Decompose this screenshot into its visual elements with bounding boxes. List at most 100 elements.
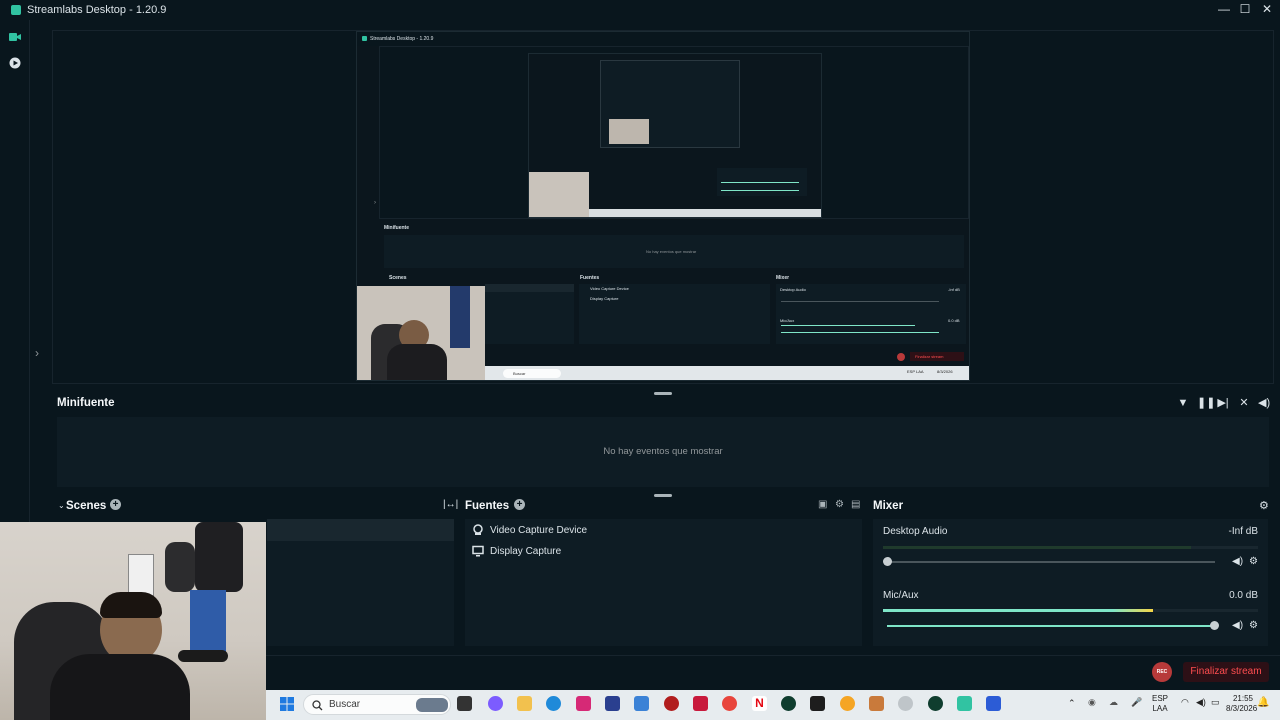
add-source-icon[interactable]: + bbox=[514, 499, 525, 510]
nested-mic: Mic/Aux bbox=[780, 318, 795, 323]
nested-title-bar: Streamlabs Desktop - 1.20.9 bbox=[357, 32, 969, 46]
scene-transitions-icon[interactable]: |↔| bbox=[443, 499, 458, 510]
nested-taskbar-small bbox=[589, 209, 821, 217]
speaker-icon[interactable]: ◀) bbox=[1232, 556, 1243, 567]
mic-aux-meter bbox=[883, 609, 1258, 612]
search-highlight-icon bbox=[416, 698, 448, 712]
mic-aux-slider[interactable] bbox=[887, 625, 1215, 627]
source-settings-icon[interactable]: ⚙ bbox=[835, 499, 844, 510]
chevron-right-icon[interactable]: › bbox=[35, 346, 39, 360]
nested-minifuente-header: Minifuente bbox=[384, 223, 969, 233]
store-icon[interactable] bbox=[634, 696, 649, 711]
tray-language[interactable]: ESP LAA bbox=[1152, 694, 1168, 714]
nested-editor bbox=[379, 46, 969, 219]
upwork-alt-icon[interactable] bbox=[928, 696, 943, 711]
desktop-audio-label: Desktop Audio bbox=[883, 526, 948, 537]
chrome-icon[interactable] bbox=[722, 696, 737, 711]
minimize-button[interactable]: — bbox=[1213, 0, 1235, 20]
security-icon[interactable] bbox=[605, 696, 620, 711]
volume-tray-icon[interactable]: ◀) bbox=[1196, 697, 1206, 708]
nested-finalizar: Finalizar stream bbox=[910, 352, 964, 361]
end-stream-button[interactable]: Finalizar stream bbox=[1183, 662, 1269, 682]
mixer-settings-icon[interactable]: ⚙ bbox=[1259, 499, 1269, 512]
taskbar-search[interactable]: Buscar bbox=[303, 694, 451, 715]
scene-item-selected[interactable] bbox=[267, 519, 454, 541]
mute-alerts-icon[interactable]: ✕ bbox=[1238, 397, 1250, 409]
clock-date: 8/3/2026 bbox=[1226, 704, 1258, 713]
app-red-icon[interactable] bbox=[664, 696, 679, 711]
copilot-icon[interactable] bbox=[488, 696, 503, 711]
nested-fuentes-title: Fuentes bbox=[580, 275, 600, 281]
minifuente-header: Minifuente ▼ ❚❚ ▶| ✕ ◀) bbox=[52, 393, 1274, 413]
file-explorer-icon[interactable] bbox=[517, 696, 532, 711]
pause-icon[interactable]: ❚❚ bbox=[1197, 397, 1215, 409]
app-brown-icon[interactable] bbox=[869, 696, 884, 711]
source-item-video-capture[interactable]: Video Capture Device bbox=[472, 524, 587, 536]
camera-icon bbox=[473, 524, 483, 535]
capture-app-icon[interactable] bbox=[693, 696, 708, 711]
tray-chevron-icon[interactable]: ⌃ bbox=[1068, 698, 1076, 709]
monitor-icon bbox=[472, 545, 484, 557]
notification-bell-icon[interactable]: 🔔 bbox=[1257, 697, 1269, 708]
netflix-icon[interactable]: N bbox=[752, 696, 767, 711]
notes-icon[interactable] bbox=[810, 696, 825, 711]
nested-fuentes-body: Video Capture Device Display Capture bbox=[579, 284, 770, 344]
window-title: Streamlabs Desktop - 1.20.9 bbox=[27, 4, 167, 16]
add-folder-icon[interactable]: ▤ bbox=[851, 499, 860, 510]
nested-minifuente-title: Minifuente bbox=[384, 225, 409, 231]
mixer-title: Mixer bbox=[873, 500, 904, 512]
gear-icon[interactable]: ⚙ bbox=[1249, 556, 1258, 567]
webcam-overlay bbox=[0, 522, 266, 720]
wifi-icon[interactable]: ◠ bbox=[1181, 697, 1189, 708]
sources-list: Video Capture Device Display Capture bbox=[465, 519, 862, 646]
speaker-icon[interactable]: ◀) bbox=[1232, 620, 1243, 631]
nested-webcam-small bbox=[529, 172, 589, 217]
nested-rec-icon bbox=[897, 353, 905, 361]
selective-recording-icon[interactable]: ▣ bbox=[818, 499, 827, 510]
nested-mixer-title: Mixer bbox=[776, 275, 790, 281]
nested-desktop-db: -Inf dB bbox=[948, 287, 960, 292]
skip-icon[interactable]: ▶| bbox=[1217, 397, 1229, 409]
filter-icon[interactable]: ▼ bbox=[1177, 397, 1189, 409]
nested-source-2: Display Capture bbox=[590, 296, 619, 301]
rec-button[interactable]: REC bbox=[1152, 662, 1172, 682]
add-scene-icon[interactable]: + bbox=[110, 499, 121, 510]
resize-handle[interactable] bbox=[654, 494, 672, 497]
editor-icon[interactable] bbox=[9, 31, 21, 43]
desktop-audio-db: -Inf dB bbox=[1228, 526, 1258, 537]
footer-bar bbox=[266, 655, 1280, 689]
gear-icon[interactable]: ⚙ bbox=[1249, 620, 1258, 631]
scenes-collapse-icon[interactable]: ⌄ bbox=[58, 501, 65, 510]
maximize-button[interactable]: ☐ bbox=[1234, 0, 1256, 20]
nested-empty-message: No hay eventos que mostrar bbox=[646, 249, 697, 254]
instagram-icon[interactable] bbox=[576, 696, 591, 711]
app-grey-icon[interactable] bbox=[898, 696, 913, 711]
upwork-icon[interactable] bbox=[781, 696, 796, 711]
tray-cloud-icon[interactable]: ☁ bbox=[1109, 697, 1118, 708]
tray-clock[interactable]: 21:55 8/3/2026 bbox=[1226, 694, 1258, 714]
volume-icon[interactable]: ◀) bbox=[1258, 397, 1270, 409]
mic-aux-label: Mic/Aux bbox=[883, 590, 919, 601]
nested-minifuente-body: No hay eventos que mostrar bbox=[384, 235, 964, 268]
task-view-icon[interactable] bbox=[457, 696, 472, 711]
desktop-audio-slider[interactable] bbox=[887, 561, 1215, 563]
nested-source-1: Video Capture Device bbox=[590, 286, 629, 291]
clock-time: 21:55 bbox=[1232, 694, 1253, 703]
battery-icon[interactable]: ▭ bbox=[1211, 697, 1220, 708]
tray-mic-icon[interactable]: 🎤 bbox=[1131, 697, 1142, 708]
nested-scenes-body bbox=[485, 284, 574, 344]
nested-desktop-audio: Desktop Audio bbox=[780, 287, 806, 292]
app-orange-icon[interactable] bbox=[840, 696, 855, 711]
live-play-icon[interactable] bbox=[9, 57, 21, 69]
desktop-audio-slider-knob[interactable] bbox=[883, 557, 892, 566]
desktop-audio-meter bbox=[883, 546, 1258, 549]
close-button[interactable]: ✕ bbox=[1256, 0, 1278, 20]
app-blue-icon[interactable] bbox=[986, 696, 1001, 711]
mic-aux-slider-knob[interactable] bbox=[1210, 621, 1219, 630]
nested-title: Streamlabs Desktop - 1.20.9 bbox=[370, 36, 434, 42]
windows-start-icon[interactable] bbox=[280, 697, 294, 711]
tray-app-icon[interactable]: ◉ bbox=[1088, 697, 1096, 708]
source-item-display-capture[interactable]: Display Capture bbox=[472, 545, 561, 557]
edge-icon[interactable] bbox=[546, 696, 561, 711]
streamlabs-taskbar-icon[interactable] bbox=[957, 696, 972, 711]
